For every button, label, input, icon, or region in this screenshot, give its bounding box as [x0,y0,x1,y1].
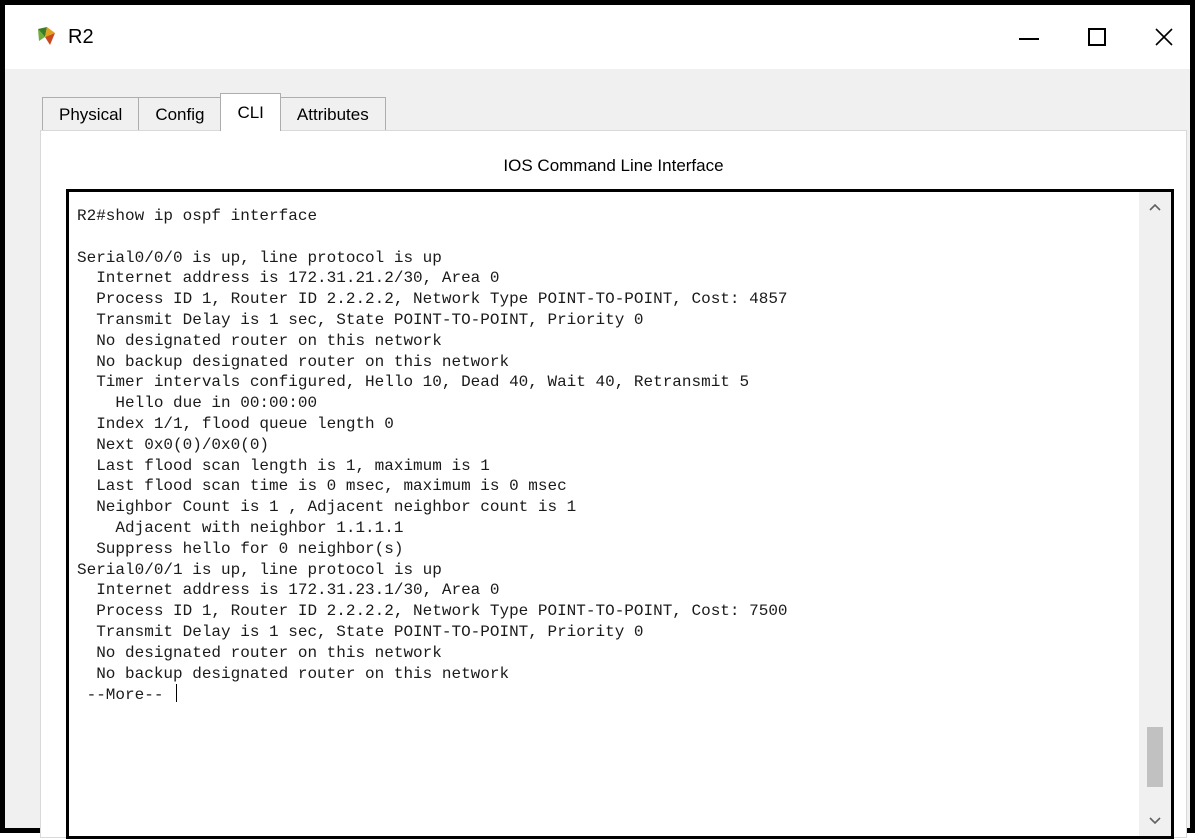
tab-config[interactable]: Config [138,97,222,131]
cli-line: Index 1/1, flood queue length 0 [77,414,394,433]
router-device-icon [38,27,55,45]
maximize-button[interactable] [1071,13,1123,61]
cli-line: No designated router on this network [77,331,442,350]
cli-line: Serial0/0/1 is up, line protocol is up [77,560,442,579]
maximize-icon [1088,28,1106,46]
cli-prompt-line[interactable]: --More-- [77,684,1135,705]
cli-line: Transmit Delay is 1 sec, State POINT-TO-… [77,310,644,329]
close-button[interactable] [1138,13,1190,61]
cli-line [77,227,1135,248]
panel-title: IOS Command Line Interface [503,156,724,175]
scroll-down-button[interactable] [1139,806,1171,836]
cli-line: No designated router on this network [77,643,442,662]
cli-line: Last flood scan length is 1, maximum is … [77,456,490,475]
title-bar[interactable]: R2 [5,5,1190,69]
text-cursor [176,684,178,703]
cli-line: Suppress hello for 0 neighbor(s) [77,539,404,558]
window-title: R2 [68,26,94,48]
scroll-up-button[interactable] [1139,192,1171,222]
cli-line: Next 0x0(0)/0x0(0) [77,435,270,454]
cli-line: Timer intervals configured, Hello 10, De… [77,373,750,392]
cli-line: No backup designated router on this netw… [77,352,510,371]
vertical-scrollbar[interactable] [1139,192,1171,836]
cli-line: Process ID 1, Router ID 2.2.2.2, Network… [77,602,788,621]
scroll-thumb[interactable] [1147,727,1163,787]
cli-line: Transmit Delay is 1 sec, State POINT-TO-… [77,622,644,641]
cli-line: Internet address is 172.31.23.1/30, Area… [77,581,500,600]
tab-physical[interactable]: Physical [42,97,140,131]
cli-line: Internet address is 172.31.21.2/30, Area… [77,269,500,288]
cli-line: Hello due in 00:00:00 [77,394,318,413]
chevron-up-icon [1149,203,1161,211]
cli-line: No backup designated router on this netw… [77,664,510,683]
chevron-down-icon [1149,817,1161,825]
more-prompt: --More-- [77,686,174,705]
cli-line: Adjacent with neighbor 1.1.1.1 [77,518,404,537]
cli-line: Neighbor Count is 1 , Adjacent neighbor … [77,498,577,517]
cli-output[interactable]: R2#show ip ospf interface Serial0/0/0 is … [77,206,1135,836]
tab-cli[interactable]: CLI [220,93,281,131]
cli-line: Process ID 1, Router ID 2.2.2.2, Network… [77,290,788,309]
close-icon [1155,28,1173,46]
device-window: R2 Physical Config CLI Attributes IOS Co… [0,0,1195,839]
cli-line: Serial0/0/0 is up, line protocol is up [77,248,442,267]
minimize-button[interactable] [1003,13,1055,61]
minimize-icon [1019,38,1039,40]
cli-line: R2#show ip ospf interface [77,207,318,225]
tab-bar: Physical Config CLI Attributes [42,93,386,131]
tab-attributes[interactable]: Attributes [279,97,386,131]
cli-console[interactable]: R2#show ip ospf interface Serial0/0/0 is … [66,189,1174,839]
cli-line: Last flood scan time is 0 msec, maximum … [77,477,567,496]
cli-panel: IOS Command Line Interface R2#show ip os… [40,130,1187,839]
